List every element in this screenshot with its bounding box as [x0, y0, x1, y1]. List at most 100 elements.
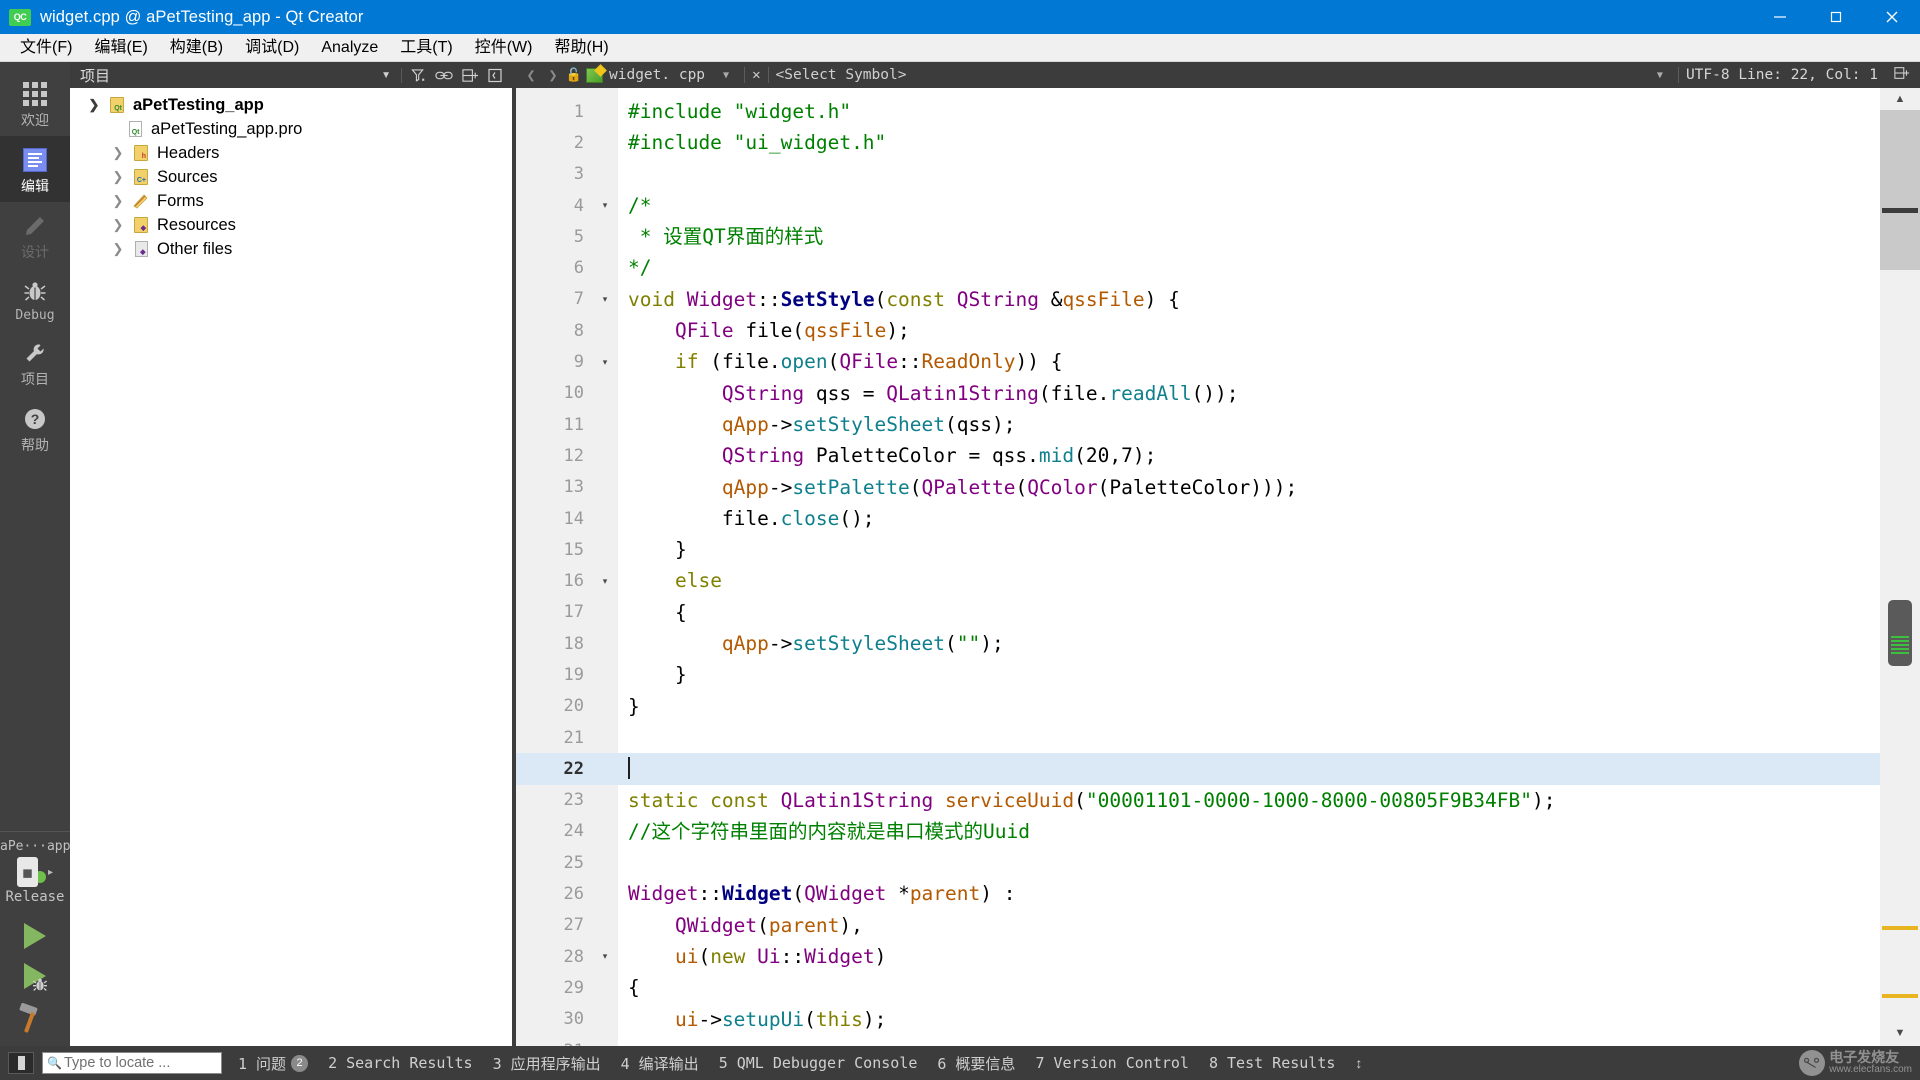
code-line[interactable]: qApp->setPalette(QPalette(QColor(Palette…	[618, 472, 1880, 503]
debug-button[interactable]	[24, 963, 48, 991]
filter-icon[interactable]	[411, 68, 426, 83]
search-input[interactable]: 🔍 Type to locate ...	[42, 1052, 222, 1074]
code-line[interactable]: */	[618, 252, 1880, 283]
code-line[interactable]: ui->setupUi(this);	[618, 1004, 1880, 1035]
encoding-and-cursor-position[interactable]: UTF-8 Line: 22, Col: 1	[1686, 67, 1878, 83]
code-line[interactable]: Widget::Widget(QWidget *parent) :	[618, 878, 1880, 909]
code-line[interactable]	[618, 847, 1880, 878]
chevron-right-icon[interactable]: ❯	[106, 193, 130, 209]
tree-item-forms[interactable]: ❯ Forms	[70, 189, 512, 213]
chevron-right-icon[interactable]: ❯	[106, 241, 130, 257]
status-pane-compile-output[interactable]: 4 编译输出	[621, 1053, 699, 1074]
close-icon[interactable]	[1864, 0, 1920, 34]
back-arrow-icon[interactable]: ❮	[520, 66, 542, 84]
chevron-down-icon[interactable]: ❯	[82, 97, 106, 113]
code-line[interactable]	[618, 159, 1880, 190]
code-line[interactable]: if (file.open(QFile::ReadOnly)) {	[618, 346, 1880, 377]
status-pane-search-results[interactable]: 2 Search Results	[328, 1054, 473, 1072]
kit-device-row[interactable]: ◼ ▸	[0, 857, 70, 887]
fold-marker-column[interactable]: ▾ ▾ ▾ ▾ ▾	[592, 88, 618, 1046]
run-button[interactable]	[24, 923, 46, 949]
code-line[interactable]: QString qss = QLatin1String(file.readAll…	[618, 378, 1880, 409]
split-editor-icon[interactable]	[1894, 66, 1910, 84]
code-line[interactable]	[618, 722, 1880, 753]
fold-toggle-icon[interactable]: ▾	[592, 346, 618, 377]
code-line[interactable]: void Widget::SetStyle(const QString &qss…	[618, 284, 1880, 315]
tree-item-pro-file[interactable]: Qt aPetTesting_app.pro	[70, 117, 512, 141]
status-pane-general-messages[interactable]: 6 概要信息	[937, 1053, 1015, 1074]
tree-item-other-files[interactable]: ❯ ◆ Other files	[70, 237, 512, 261]
split-icon[interactable]	[462, 68, 479, 83]
code-line[interactable]: * 设置QT界面的样式	[618, 221, 1880, 252]
code-line[interactable]: //这个字符串里面的内容就是串口模式的Uuid	[618, 816, 1880, 847]
status-pane-qml-debugger[interactable]: 5 QML Debugger Console	[719, 1054, 918, 1072]
code-line[interactable]: }	[618, 534, 1880, 565]
kit-project-label[interactable]: aPe···app	[0, 839, 70, 854]
chevron-down-icon[interactable]: ▼	[381, 70, 391, 81]
tree-item-headers[interactable]: ❯ h Headers	[70, 141, 512, 165]
menu-build[interactable]: 构建(B)	[159, 35, 234, 61]
menu-tools[interactable]: 工具(T)	[389, 35, 463, 61]
link-icon[interactable]	[435, 68, 453, 83]
unlocked-icon[interactable]: 🔓	[564, 68, 584, 83]
tree-item-resources[interactable]: ❯ ◆ Resources	[70, 213, 512, 237]
scroll-up-icon[interactable]: ▲	[1880, 88, 1920, 110]
close-icon[interactable]: ✕	[752, 67, 760, 83]
chevron-right-icon[interactable]: ❯	[106, 169, 130, 185]
minimize-icon[interactable]	[1752, 0, 1808, 34]
code-line[interactable]: {	[618, 972, 1880, 1003]
menu-debug[interactable]: 调试(D)	[234, 35, 310, 61]
code-line[interactable]: #include "ui_widget.h"	[618, 127, 1880, 158]
code-line[interactable]: QFile file(qssFile);	[618, 315, 1880, 346]
build-button[interactable]	[18, 1002, 52, 1038]
code-line[interactable]: }	[618, 691, 1880, 722]
pane-resize-icon[interactable]: ↕	[1355, 1055, 1362, 1071]
code-line[interactable]: {	[618, 597, 1880, 628]
close-panel-icon[interactable]	[488, 68, 502, 83]
status-pane-app-output[interactable]: 3 应用程序输出	[493, 1053, 601, 1074]
editor-filename[interactable]: widget. cpp	[609, 67, 705, 83]
mode-help[interactable]: ? 帮助	[0, 395, 70, 461]
menu-help[interactable]: 帮助(H)	[543, 35, 619, 61]
fold-toggle-icon[interactable]: ▾	[592, 190, 618, 221]
chevron-down-icon[interactable]: ▼	[723, 70, 729, 81]
code-line[interactable]: static const QLatin1String serviceUuid("…	[618, 785, 1880, 816]
chevron-right-icon[interactable]: ❯	[106, 217, 130, 233]
fold-toggle-icon[interactable]: ▾	[592, 284, 618, 315]
mode-welcome[interactable]: 欢迎	[0, 70, 70, 136]
mode-debug[interactable]: Debug	[0, 268, 70, 329]
scrollbar-thumb[interactable]	[1888, 600, 1912, 666]
code-line[interactable]: QWidget(parent),	[618, 910, 1880, 941]
code-line[interactable]: file.close();	[618, 503, 1880, 534]
menu-analyze[interactable]: Analyze	[310, 35, 389, 61]
code-line[interactable]: QString PaletteColor = qss.mid(20,7);	[618, 440, 1880, 471]
code-line[interactable]	[618, 1035, 1880, 1046]
chevron-right-icon[interactable]: ❯	[106, 145, 130, 161]
kit-build-config-label[interactable]: Release	[0, 889, 70, 905]
mode-edit[interactable]: 编辑	[0, 136, 70, 202]
tree-item-project-root[interactable]: ❯ Qt aPetTesting_app	[70, 93, 512, 117]
sidebar-toggle-icon[interactable]	[8, 1052, 34, 1074]
status-pane-issues[interactable]: 1 问题 2	[238, 1053, 309, 1074]
code-line[interactable]: }	[618, 659, 1880, 690]
forward-arrow-icon[interactable]: ❯	[542, 66, 564, 84]
chevron-down-icon[interactable]: ▼	[1657, 70, 1663, 81]
tree-item-sources[interactable]: ❯ C+ Sources	[70, 165, 512, 189]
fold-toggle-icon[interactable]: ▾	[592, 565, 618, 596]
code-line[interactable]: else	[618, 565, 1880, 596]
code-line[interactable]: ui(new Ui::Widget)	[618, 941, 1880, 972]
code-line[interactable]: #include "widget.h"	[618, 96, 1880, 127]
mode-projects[interactable]: 项目	[0, 329, 70, 395]
editor-scrollbar[interactable]: ▲ ▼	[1880, 88, 1920, 1046]
status-pane-test-results[interactable]: 8 Test Results	[1209, 1054, 1335, 1072]
menu-window[interactable]: 控件(W)	[464, 35, 544, 61]
code-text-area[interactable]: #include "widget.h" #include "ui_widget.h…	[618, 88, 1880, 1046]
menu-file[interactable]: 文件(F)	[9, 35, 83, 61]
code-line[interactable]: qApp->setStyleSheet(qss);	[618, 409, 1880, 440]
project-tree[interactable]: ❯ Qt aPetTesting_app Qt aPetTesting_app.…	[70, 88, 512, 1046]
code-line[interactable]: /*	[618, 190, 1880, 221]
menu-edit[interactable]: 编辑(E)	[83, 35, 158, 61]
status-pane-version-control[interactable]: 7 Version Control	[1035, 1054, 1189, 1072]
symbol-selector[interactable]: <Select Symbol>	[776, 67, 907, 83]
code-line[interactable]	[618, 753, 1880, 785]
